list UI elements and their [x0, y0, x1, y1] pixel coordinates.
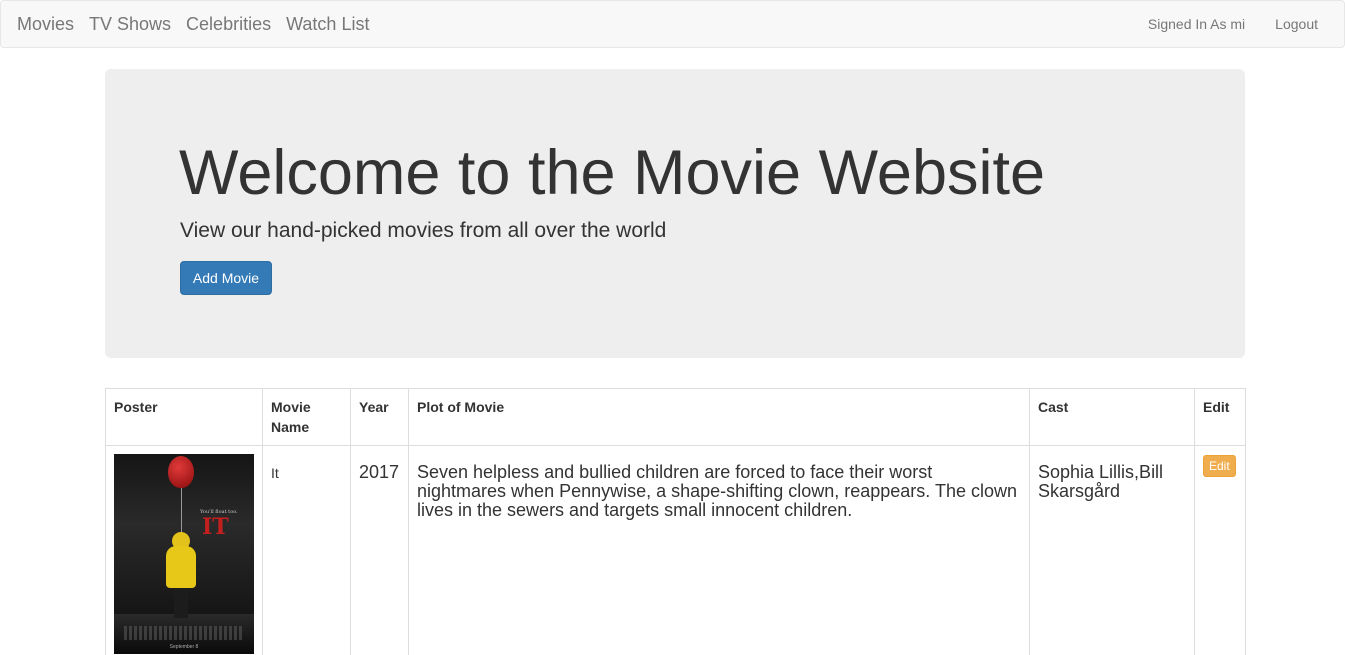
table-row: You'll float too. IT September 8 It 2017…: [105, 445, 1246, 655]
poster-cell: You'll float too. IT September 8: [105, 445, 263, 655]
nav-link-tv-shows[interactable]: TV Shows: [89, 13, 171, 35]
year-cell: 2017: [350, 445, 409, 655]
plot-cell: Seven helpless and bullied children are …: [408, 445, 1030, 655]
child-legs-graphic: [174, 588, 188, 618]
header-plot: Plot of Movie: [408, 388, 1030, 446]
poster-release-date: September 8: [169, 644, 199, 650]
add-movie-button[interactable]: Add Movie: [180, 261, 272, 295]
cast-cell: Sophia Lillis,Bill Skarsgård: [1029, 445, 1195, 655]
movie-poster-image: You'll float too. IT September 8: [114, 454, 254, 654]
movies-table: Poster Movie Name Year Plot of Movie Cas…: [105, 388, 1246, 655]
red-balloon-graphic: [168, 456, 194, 488]
logout-link[interactable]: Logout: [1275, 16, 1318, 32]
nav-link-movies[interactable]: Movies: [17, 13, 74, 35]
header-movie-name: Movie Name: [262, 388, 351, 446]
top-navbar: Movies TV Shows Celebrities Watch List S…: [0, 0, 1345, 48]
edit-cell: Edit: [1194, 445, 1246, 655]
header-poster: Poster: [105, 388, 263, 446]
edit-button[interactable]: Edit: [1203, 455, 1236, 477]
movie-name-cell: It: [262, 445, 351, 655]
table-header-row: Poster Movie Name Year Plot of Movie Cas…: [105, 388, 1246, 446]
hero-jumbotron: Welcome to the Movie Website View our ha…: [105, 69, 1245, 358]
poster-logo: IT: [202, 514, 229, 540]
header-year: Year: [350, 388, 409, 446]
header-edit: Edit: [1194, 388, 1246, 446]
page-title: Welcome to the Movie Website: [179, 138, 1046, 208]
child-raincoat-graphic: [166, 546, 196, 588]
user-nav-links: Signed In As mi Logout: [1148, 16, 1318, 32]
poster-credits-graphic: [124, 626, 244, 640]
nav-link-celebrities[interactable]: Celebrities: [186, 13, 271, 35]
page-subtitle: View our hand-picked movies from all ove…: [180, 219, 667, 242]
movies-table-container: Poster Movie Name Year Plot of Movie Cas…: [105, 388, 1246, 655]
header-cast: Cast: [1029, 388, 1195, 446]
signed-in-user-link[interactable]: Signed In As mi: [1148, 16, 1245, 32]
nav-link-watch-list[interactable]: Watch List: [286, 13, 369, 35]
main-nav-links: Movies TV Shows Celebrities Watch List: [17, 13, 369, 35]
